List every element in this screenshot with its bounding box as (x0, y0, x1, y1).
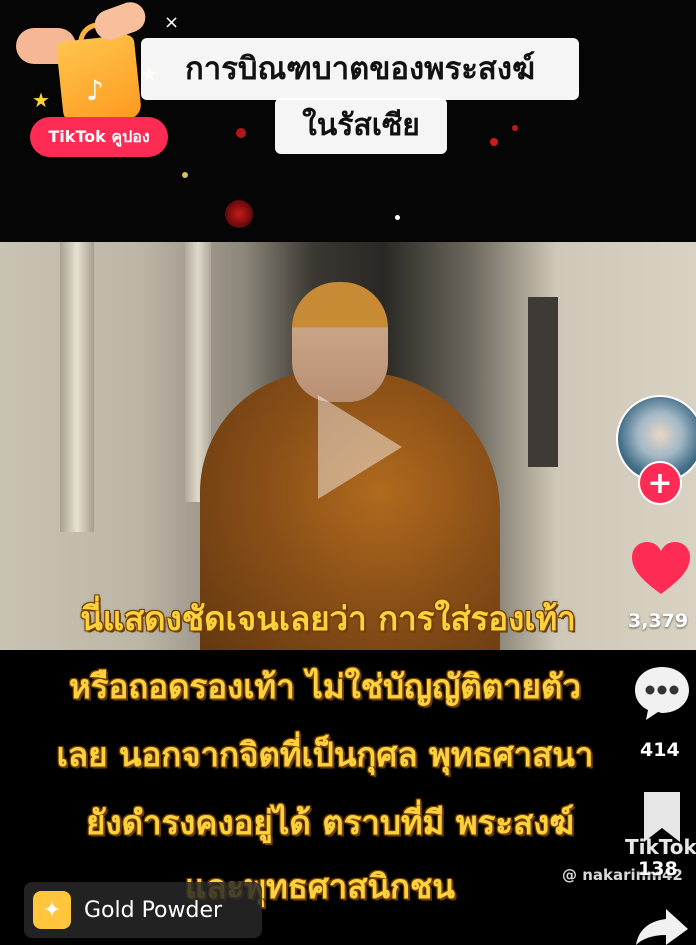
comment-icon[interactable] (632, 664, 692, 722)
sparkle (182, 172, 188, 178)
sparkle (225, 200, 253, 228)
monk-head (292, 282, 388, 402)
comment-count: 414 (640, 739, 680, 761)
heart-icon[interactable] (630, 540, 692, 598)
doorway (528, 297, 558, 467)
video-title-line1: การบิณฑบาตของพระสงฆ์ (141, 38, 579, 100)
caption-line: ยังดำรงคงอยู่ได้ ตราบที่มี พระสงฆ์ (86, 803, 574, 842)
sparkle (512, 125, 518, 131)
video-title-line2: ในรัสเซีย (275, 98, 447, 154)
caption-line: เลย นอกจากจิตที่เป็นกุศล พุทธศาสนา (56, 735, 594, 774)
sparkle (395, 215, 400, 220)
star-icon: ★ (32, 88, 50, 112)
sparkle-icon: ✦ (33, 891, 71, 929)
share-icon[interactable] (632, 905, 692, 945)
coupon-button[interactable]: TikTok คูปอง (30, 117, 168, 157)
play-icon[interactable] (318, 395, 402, 499)
caption-line: นี่แสดงชัดเจนเลยว่า การใส่รองเท้า (80, 599, 576, 638)
effect-label: Gold Powder (84, 897, 223, 923)
close-icon[interactable]: × (164, 14, 179, 32)
save-count: 138 (638, 858, 678, 880)
sparkle (490, 138, 498, 146)
tiktok-watermark: TikTok (625, 835, 696, 859)
caption-line: หรือถอดรองเท้า ไม่ใช่บัญญัติตายตัว (69, 667, 581, 706)
tiktok-logo-icon: ♪ (86, 74, 104, 107)
like-count: 3,379 (628, 610, 689, 632)
wall-pipe (60, 242, 94, 532)
effect-chip[interactable]: ✦ Gold Powder (24, 882, 262, 938)
follow-button[interactable]: + (638, 461, 682, 505)
sparkle (236, 128, 246, 138)
